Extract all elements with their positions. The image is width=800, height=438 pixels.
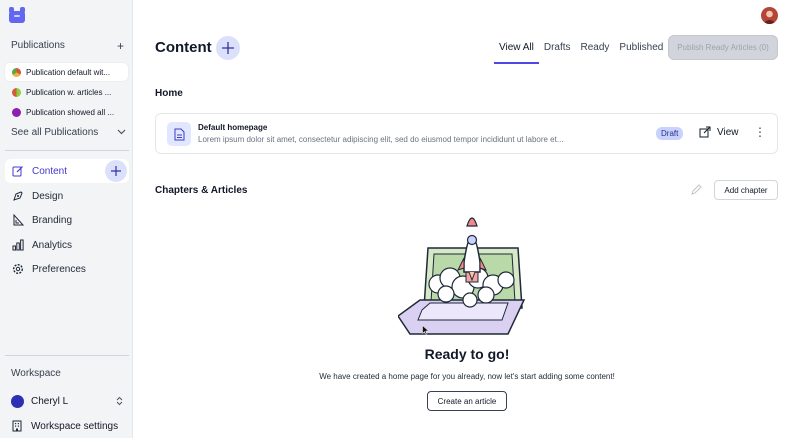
nav-item-content[interactable]: Content <box>5 159 129 183</box>
status-badge: Draft <box>656 127 684 140</box>
user-name: Cheryl L <box>31 396 69 407</box>
nav-item-branding[interactable]: Branding <box>5 208 129 232</box>
publish-ready-articles-button[interactable]: Publish Ready Articles (0) <box>668 35 778 60</box>
tab-ready[interactable]: Ready <box>576 42 615 64</box>
workspace-settings-link[interactable]: Workspace settings <box>11 420 118 432</box>
add-publication-icon[interactable]: + <box>117 39 124 53</box>
empty-state-title: Ready to go! <box>424 346 510 362</box>
publication-item[interactable]: Publication showed all ... <box>5 103 128 121</box>
document-icon <box>167 122 191 146</box>
tab-drafts[interactable]: Drafts <box>539 42 576 64</box>
add-content-button[interactable] <box>216 36 240 60</box>
publication-item[interactable]: Publication default wit... <box>5 63 128 81</box>
empty-state-subtitle: We have created a home page for you alre… <box>319 372 615 381</box>
app-logo-icon[interactable] <box>8 6 26 24</box>
add-chapter-button[interactable]: Add chapter <box>714 180 778 200</box>
divider <box>5 150 129 151</box>
more-options-icon[interactable]: ⋮ <box>754 126 766 138</box>
building-icon <box>11 420 23 432</box>
avatar <box>11 395 24 408</box>
chapters-heading: Chapters & Articles <box>155 185 248 196</box>
page-title: Content <box>155 39 212 56</box>
workspace-heading: Workspace <box>11 368 61 379</box>
nav-item-analytics[interactable]: Analytics <box>5 233 129 257</box>
publication-name: Publication showed all ... <box>26 107 115 117</box>
profile-avatar[interactable] <box>761 7 778 24</box>
mouse-cursor-icon <box>422 325 429 335</box>
external-link-icon <box>699 126 711 138</box>
nav-item-design[interactable]: Design <box>5 184 129 208</box>
chevron-down-icon <box>117 127 126 138</box>
see-all-publications[interactable]: See all Publications <box>11 127 126 138</box>
see-all-label: See all Publications <box>11 127 99 138</box>
bar-chart-icon <box>12 239 24 251</box>
publication-color-dot <box>12 107 21 117</box>
nav-label: Content <box>32 165 68 177</box>
nav-label: Branding <box>32 214 73 226</box>
home-heading: Home <box>155 88 183 99</box>
gear-icon <box>12 263 24 275</box>
edit-icon <box>12 165 24 177</box>
tab-view-all[interactable]: View All <box>494 42 539 64</box>
create-article-button[interactable]: Create an article <box>427 391 507 411</box>
pen-tool-icon <box>12 190 24 202</box>
homepage-card[interactable]: Default homepage Lorem ipsum dolor sit a… <box>155 113 778 154</box>
rocket-laptop-illustration <box>398 217 526 335</box>
nav-item-preferences[interactable]: Preferences <box>5 257 129 281</box>
publications-heading: Publications <box>11 40 65 51</box>
main-content: Content View All Drafts Ready Published … <box>134 0 800 438</box>
nav-label: Preferences <box>32 263 86 275</box>
homepage-title: Default homepage <box>198 123 268 132</box>
view-button[interactable]: View <box>699 126 739 138</box>
pencil-icon[interactable] <box>690 183 702 195</box>
brand-icon <box>12 214 24 226</box>
publication-name: Publication w. articles ... <box>26 87 112 97</box>
homepage-description: Lorem ipsum dolor sit amet, consectetur … <box>198 135 564 144</box>
divider <box>5 355 129 356</box>
publication-color-dot <box>12 67 21 77</box>
sidebar: Publications + Publication default wit..… <box>0 0 133 438</box>
add-content-button[interactable] <box>105 160 127 182</box>
publication-color-dot <box>12 87 21 97</box>
nav-label: Design <box>32 190 64 202</box>
tab-published[interactable]: Published <box>614 42 668 64</box>
workspace-user-switcher[interactable]: Cheryl L <box>11 395 123 408</box>
publication-item[interactable]: Publication w. articles ... <box>5 83 128 101</box>
content-tabs: View All Drafts Ready Published <box>494 42 668 64</box>
workspace-settings-label: Workspace settings <box>31 420 119 432</box>
publication-name: Publication default wit... <box>26 67 111 77</box>
nav-label: Analytics <box>32 239 73 251</box>
view-label: View <box>717 126 739 138</box>
chevron-up-down-icon <box>116 396 123 408</box>
